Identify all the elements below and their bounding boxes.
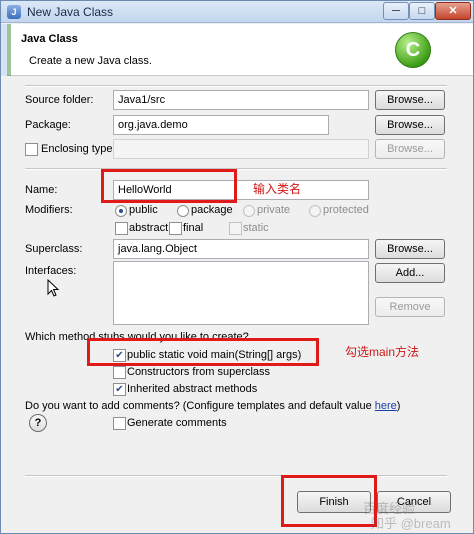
modifier-abstract-checkbox[interactable] [115,222,128,235]
superclass-browse-button[interactable]: Browse... [375,239,445,259]
package-browse-button[interactable]: Browse... [375,115,445,135]
modifier-public-label: public [129,204,158,216]
interfaces-label: Interfaces: [25,265,77,277]
modifier-static-label: static [243,222,269,234]
generate-comments-checkbox[interactable] [113,417,126,430]
modifier-private-radio[interactable] [243,205,255,217]
generate-comments-label: Generate comments [127,417,227,429]
modifier-abstract-label: abstract [129,222,169,234]
separator [25,475,447,477]
maximize-button[interactable]: □ [409,2,435,20]
remove-interface-button[interactable]: Remove [375,297,445,317]
name-label: Name: [25,184,58,196]
source-folder-label: Source folder: [25,94,94,106]
modifier-package-radio[interactable] [177,205,189,217]
package-input[interactable]: org.java.demo [113,115,329,135]
wizard-body: Source folder: Java1/src Browse... Packa… [1,77,473,533]
modifier-package-label: package [191,204,233,216]
superclass-input[interactable]: java.lang.Object [113,239,369,259]
source-folder-browse-button[interactable]: Browse... [375,90,445,110]
title-bar[interactable]: J New Java Class ─ □ ✕ [1,1,473,23]
new-class-logo-icon: C [395,32,431,68]
inherited-abstract-label: Inherited abstract methods [127,383,258,395]
new-java-class-dialog: J New Java Class ─ □ ✕ Java Class Create… [0,0,474,534]
separator [25,85,447,87]
modifier-public-radio[interactable] [115,205,127,217]
inherited-abstract-checkbox[interactable] [113,383,126,396]
enclosing-type-checkbox[interactable] [25,143,38,156]
comments-question-text: Do you want to add comments? (Configure … [25,400,375,412]
wizard-description: Create a new Java class. [29,55,152,67]
close-button[interactable]: ✕ [435,2,471,20]
package-label: Package: [25,119,71,131]
modifier-private-label: private [257,204,291,216]
background-window-accent [7,24,11,76]
modifier-protected-label: protected [323,204,369,216]
wizard-title: Java Class [21,33,78,45]
enclosing-type-label: Enclosing type: [41,143,116,155]
wizard-header: Java Class Create a new Java class. C [1,24,473,76]
enclosing-type-input[interactable] [113,139,369,159]
name-annotation: 输入类名 [253,182,302,196]
watermark-zhihu: 知乎 @bream [371,516,451,531]
java-class-icon: J [7,5,21,19]
modifier-final-label: final [183,222,204,234]
comments-question: Do you want to add comments? (Configure … [25,400,400,412]
configure-templates-link[interactable]: here [375,400,397,412]
modifier-final-checkbox[interactable] [169,222,182,235]
name-highlight-box [101,169,237,203]
modifiers-label: Modifiers: [25,204,73,216]
minimize-button[interactable]: ─ [383,2,409,20]
enclosing-type-browse-button[interactable]: Browse... [375,139,445,159]
main-method-highlight-box [87,338,319,366]
modifier-static-checkbox[interactable] [229,222,242,235]
add-interface-button[interactable]: Add... [375,263,445,283]
help-icon[interactable]: ? [29,414,47,432]
mouse-pointer-icon [47,279,59,297]
main-method-annotation: 勾选main方法 [345,345,420,359]
constructors-checkbox[interactable] [113,366,126,379]
interfaces-list[interactable] [113,261,369,325]
source-folder-input[interactable]: Java1/src [113,90,369,110]
modifier-protected-radio[interactable] [309,205,321,217]
constructors-label: Constructors from superclass [127,366,271,378]
window-title: New Java Class [27,5,114,19]
superclass-label: Superclass: [25,243,83,255]
comments-question-end: ) [396,400,401,412]
